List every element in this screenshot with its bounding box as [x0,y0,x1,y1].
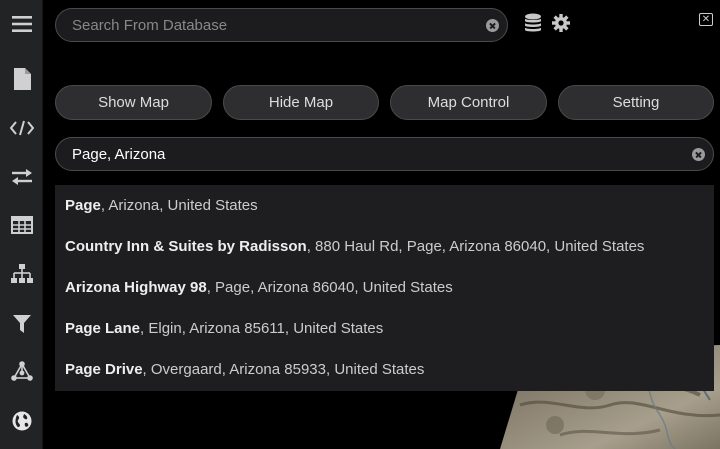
clear-database-search-icon[interactable] [486,19,499,32]
result-name: Arizona Highway 98 [65,279,207,296]
gear-icon[interactable] [552,14,570,37]
result-name: Country Inn & Suites by Radisson [65,238,307,255]
search-results-dropdown: Page, Arizona, United States Country Inn… [55,185,714,391]
result-address: , Arizona, United States [100,197,258,214]
close-icon: ✕ [701,13,711,25]
code-icon[interactable] [8,114,36,142]
hide-map-button[interactable]: Hide Map [223,85,379,120]
show-map-button[interactable]: Show Map [55,85,212,120]
database-search-box [55,8,508,42]
filter-icon[interactable] [8,310,36,338]
globe-icon[interactable] [8,407,36,435]
database-icon[interactable] [524,13,542,38]
map-control-button[interactable]: Map Control [390,85,547,120]
sidebar [0,0,43,449]
result-name: Page [65,197,101,214]
swap-icon[interactable] [8,163,36,191]
result-name: Page Lane [65,320,141,337]
clear-location-search-icon[interactable] [692,148,705,161]
menu-icon[interactable] [8,10,36,38]
table-icon[interactable] [8,211,36,239]
result-address: , Page, Arizona 86040, United States [206,279,453,296]
network-icon[interactable] [8,357,36,385]
setting-button[interactable]: Setting [558,85,714,120]
file-icon[interactable] [8,65,36,93]
result-item[interactable]: Page, Arizona, United States [65,185,705,226]
result-address: , Elgin, Arizona 85611, United States [140,320,384,337]
hierarchy-icon[interactable] [8,260,36,288]
result-name: Page Drive [65,361,143,378]
result-item[interactable]: Page Lane, Elgin, Arizona 85611, United … [65,308,705,349]
location-search-input[interactable] [72,138,682,170]
result-item[interactable]: Country Inn & Suites by Radisson, 880 Ha… [65,226,705,267]
result-item[interactable]: Page Drive, Overgaard, Arizona 85933, Un… [65,349,705,390]
location-search-box [55,137,714,171]
result-item[interactable]: Arizona Highway 98, Page, Arizona 86040,… [65,267,705,308]
result-address: , 880 Haul Rd, Page, Arizona 86040, Unit… [306,238,645,255]
result-address: , Overgaard, Arizona 85933, United State… [142,361,425,378]
close-panel-button[interactable]: ✕ [699,13,713,26]
database-search-input[interactable] [72,9,472,41]
